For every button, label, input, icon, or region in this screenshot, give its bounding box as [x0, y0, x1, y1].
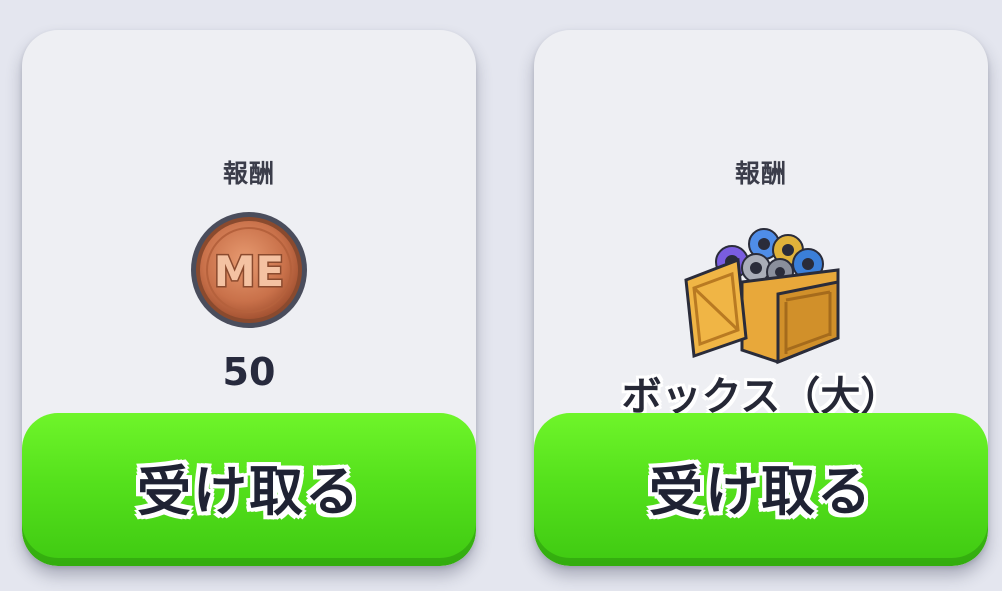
- reward-screen: 報酬 ME 50 受け取る 報酬 ボックス（大） 受け取る: [0, 0, 1002, 591]
- reward-label: 報酬: [734, 159, 787, 188]
- reward-amount: 50: [222, 350, 276, 394]
- gear-crate-icon: [684, 228, 840, 365]
- reward-card-coin: 報酬 ME 50 受け取る: [22, 30, 476, 566]
- claim-button[interactable]: 受け取る: [534, 413, 988, 566]
- claim-button[interactable]: 受け取る: [22, 413, 476, 566]
- reward-card-crate: 報酬 ボックス（大） 受け取る: [534, 30, 988, 566]
- claim-button-label: 受け取る: [137, 460, 361, 523]
- me-coin-icon: ME: [191, 212, 307, 328]
- coin-text: ME: [214, 247, 285, 296]
- reward-label: 報酬: [222, 159, 275, 188]
- claim-button-label: 受け取る: [649, 460, 873, 523]
